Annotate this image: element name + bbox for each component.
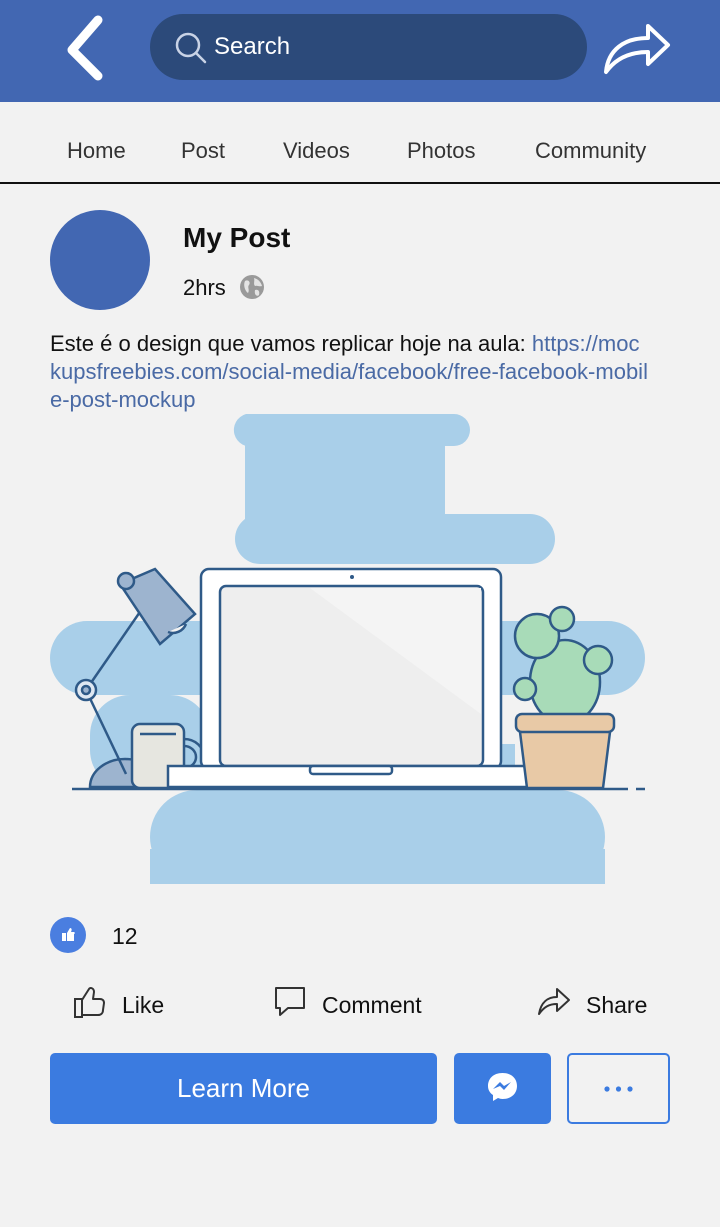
top-bar bbox=[0, 0, 720, 102]
ellipsis-icon bbox=[604, 1086, 633, 1092]
thumbs-up-icon bbox=[62, 928, 75, 941]
thumbs-up-outline-icon bbox=[74, 987, 105, 1018]
share-icon bbox=[538, 988, 570, 1015]
comment-label: Comment bbox=[322, 992, 422, 1018]
like-label: Like bbox=[122, 992, 165, 1018]
share-top-button[interactable] bbox=[600, 14, 674, 78]
desk-laptop-illustration bbox=[50, 414, 645, 884]
tab-bar: Home Post Videos Photos Community bbox=[0, 102, 720, 184]
share-button[interactable]: Share bbox=[536, 984, 656, 1024]
avatar[interactable] bbox=[50, 210, 150, 310]
messenger-button[interactable] bbox=[454, 1053, 551, 1124]
share-label: Share bbox=[586, 992, 648, 1018]
post-text: Este é o design que vamos replicar hoje … bbox=[50, 330, 650, 414]
post-timestamp: 2hrs bbox=[183, 275, 226, 300]
more-options-button[interactable] bbox=[567, 1053, 670, 1124]
tab-community[interactable]: Community bbox=[535, 138, 646, 164]
comment-icon bbox=[275, 987, 305, 1016]
like-button[interactable]: Like bbox=[72, 984, 182, 1024]
messenger-icon bbox=[488, 1073, 517, 1101]
search-bar[interactable] bbox=[150, 14, 587, 80]
globe-icon bbox=[240, 275, 264, 299]
comment-button[interactable]: Comment bbox=[274, 984, 444, 1024]
back-button[interactable] bbox=[58, 12, 118, 82]
tab-home[interactable]: Home bbox=[67, 138, 126, 164]
chevron-left-icon bbox=[67, 15, 103, 81]
post-body: Este é o design que vamos replicar hoje … bbox=[50, 331, 532, 356]
tab-photos[interactable]: Photos bbox=[407, 138, 476, 164]
tab-videos[interactable]: Videos bbox=[283, 138, 350, 164]
reaction-count[interactable]: 12 bbox=[112, 923, 138, 950]
learn-more-button[interactable]: Learn More bbox=[50, 1053, 437, 1124]
search-input[interactable] bbox=[214, 27, 564, 67]
post-title[interactable]: My Post bbox=[183, 222, 290, 254]
share-arrow-icon bbox=[604, 24, 670, 74]
like-reaction-badge[interactable] bbox=[50, 917, 86, 953]
tab-post[interactable]: Post bbox=[181, 138, 225, 164]
search-icon bbox=[175, 32, 207, 64]
